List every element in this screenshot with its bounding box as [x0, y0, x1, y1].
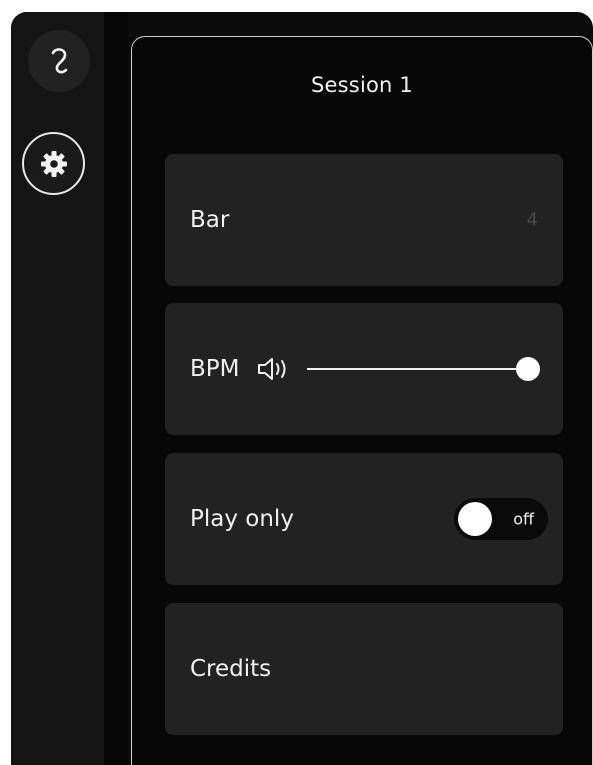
toggle-knob — [458, 502, 492, 536]
play-only-setting-row: Play only off — [165, 453, 563, 585]
credits-label: Credits — [190, 656, 272, 682]
slider-thumb[interactable] — [516, 357, 541, 381]
bar-value: 4 — [526, 209, 538, 231]
sidebar — [11, 12, 104, 765]
toggle-state-text: off — [513, 509, 534, 529]
panel-title: Session 1 — [311, 73, 413, 97]
app-window: Session 1 Bar 4 BPM Play only off Credit… — [11, 12, 593, 765]
settings-panel: Session 1 Bar 4 BPM Play only off Credit… — [131, 36, 593, 765]
logo-glyph-icon — [51, 48, 68, 74]
speaker-volume-icon — [258, 358, 286, 380]
credits-row[interactable]: Credits — [165, 603, 563, 735]
slider-fill — [307, 368, 529, 370]
bpm-label: BPM — [190, 356, 240, 382]
play-only-label: Play only — [190, 506, 294, 532]
play-only-toggle[interactable]: off — [454, 498, 548, 540]
logo-button[interactable] — [28, 30, 90, 92]
gear-icon — [40, 150, 67, 177]
bar-setting-row[interactable]: Bar 4 — [165, 154, 563, 286]
sidebar-edge — [104, 12, 128, 765]
bpm-volume-slider[interactable] — [307, 357, 541, 381]
settings-button[interactable] — [22, 132, 85, 195]
bpm-setting-row: BPM — [165, 303, 563, 435]
bar-label: Bar — [190, 207, 230, 233]
